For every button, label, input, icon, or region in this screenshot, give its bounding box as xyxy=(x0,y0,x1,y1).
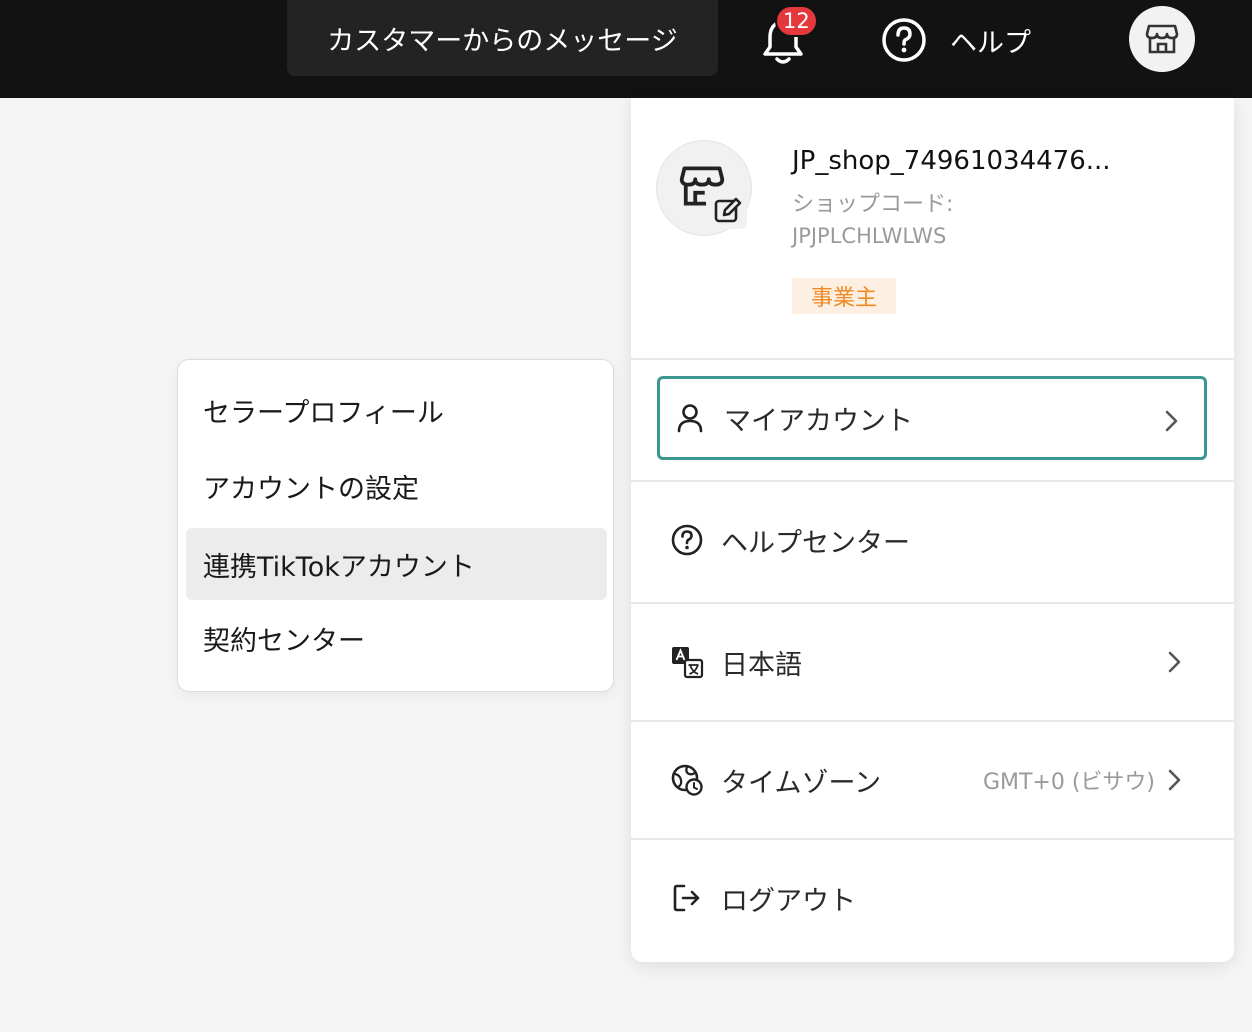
pencil-icon xyxy=(714,197,742,223)
shop-code-label: ショップコード: xyxy=(792,192,954,217)
menu-item-label: 日本語 xyxy=(721,649,802,681)
menu-item-label: マイアカウント xyxy=(724,405,913,437)
question-circle-icon xyxy=(882,18,926,62)
edit-avatar-button[interactable] xyxy=(709,191,747,229)
submenu-item-contract-center[interactable]: 契約センター xyxy=(186,602,607,674)
submenu-item-account-settings[interactable]: アカウントの設定 xyxy=(186,450,607,522)
logout-icon xyxy=(673,884,700,912)
shop-name: JP_shop_74961034476... xyxy=(792,146,1111,176)
globe-clock-icon xyxy=(671,764,703,796)
owner-badge: 事業主 xyxy=(792,278,896,314)
top-bar: カスタマーからのメッセージ 12 ヘルプ xyxy=(0,0,1252,98)
submenu-item-seller-profile[interactable]: セラープロフィール xyxy=(186,374,607,446)
menu-item-label: ログアウト xyxy=(721,885,856,917)
store-icon xyxy=(1145,24,1179,54)
menu-item-my-account[interactable]: マイアカウント xyxy=(657,376,1207,460)
help-button[interactable]: ヘルプ xyxy=(880,14,1031,66)
notifications-button[interactable]: 12 xyxy=(760,5,818,66)
shop-code: JPJPLCHLWLWS xyxy=(792,224,947,248)
question-circle-icon xyxy=(671,524,703,556)
divider xyxy=(631,602,1234,604)
menu-item-logout[interactable]: ログアウト xyxy=(657,856,1207,940)
user-icon xyxy=(677,404,703,433)
menu-item-language[interactable]: 日本語 xyxy=(657,620,1207,704)
menu-item-label: タイムゾーン xyxy=(721,767,882,799)
submenu-item-linked-tiktok-account[interactable]: 連携TikTokアカウント xyxy=(186,528,607,600)
divider xyxy=(631,480,1234,482)
chevron-right-icon xyxy=(1165,410,1178,432)
menu-item-timezone[interactable]: タイムゾーン GMT+0 (ビサウ) xyxy=(657,738,1207,822)
divider xyxy=(631,358,1234,360)
shop-avatar[interactable] xyxy=(656,140,752,236)
notification-count-badge: 12 xyxy=(775,5,818,37)
account-dropdown-panel: JP_shop_74961034476... ショップコード: JPJPLCHL… xyxy=(631,98,1234,962)
help-label: ヘルプ xyxy=(950,27,1031,59)
my-account-submenu: セラープロフィール アカウントの設定 連携TikTokアカウント 契約センター xyxy=(177,359,614,692)
chevron-right-icon xyxy=(1168,651,1181,673)
divider xyxy=(631,720,1234,722)
translate-icon xyxy=(672,647,704,679)
timezone-value: GMT+0 (ビサウ) xyxy=(982,770,1155,795)
divider xyxy=(631,838,1234,840)
menu-item-help-center[interactable]: ヘルプセンター xyxy=(657,498,1207,582)
shop-avatar-button[interactable] xyxy=(1129,6,1195,72)
chevron-right-icon xyxy=(1168,769,1181,791)
menu-item-label: ヘルプセンター xyxy=(721,527,910,559)
customer-messages-button[interactable]: カスタマーからのメッセージ xyxy=(287,0,718,76)
